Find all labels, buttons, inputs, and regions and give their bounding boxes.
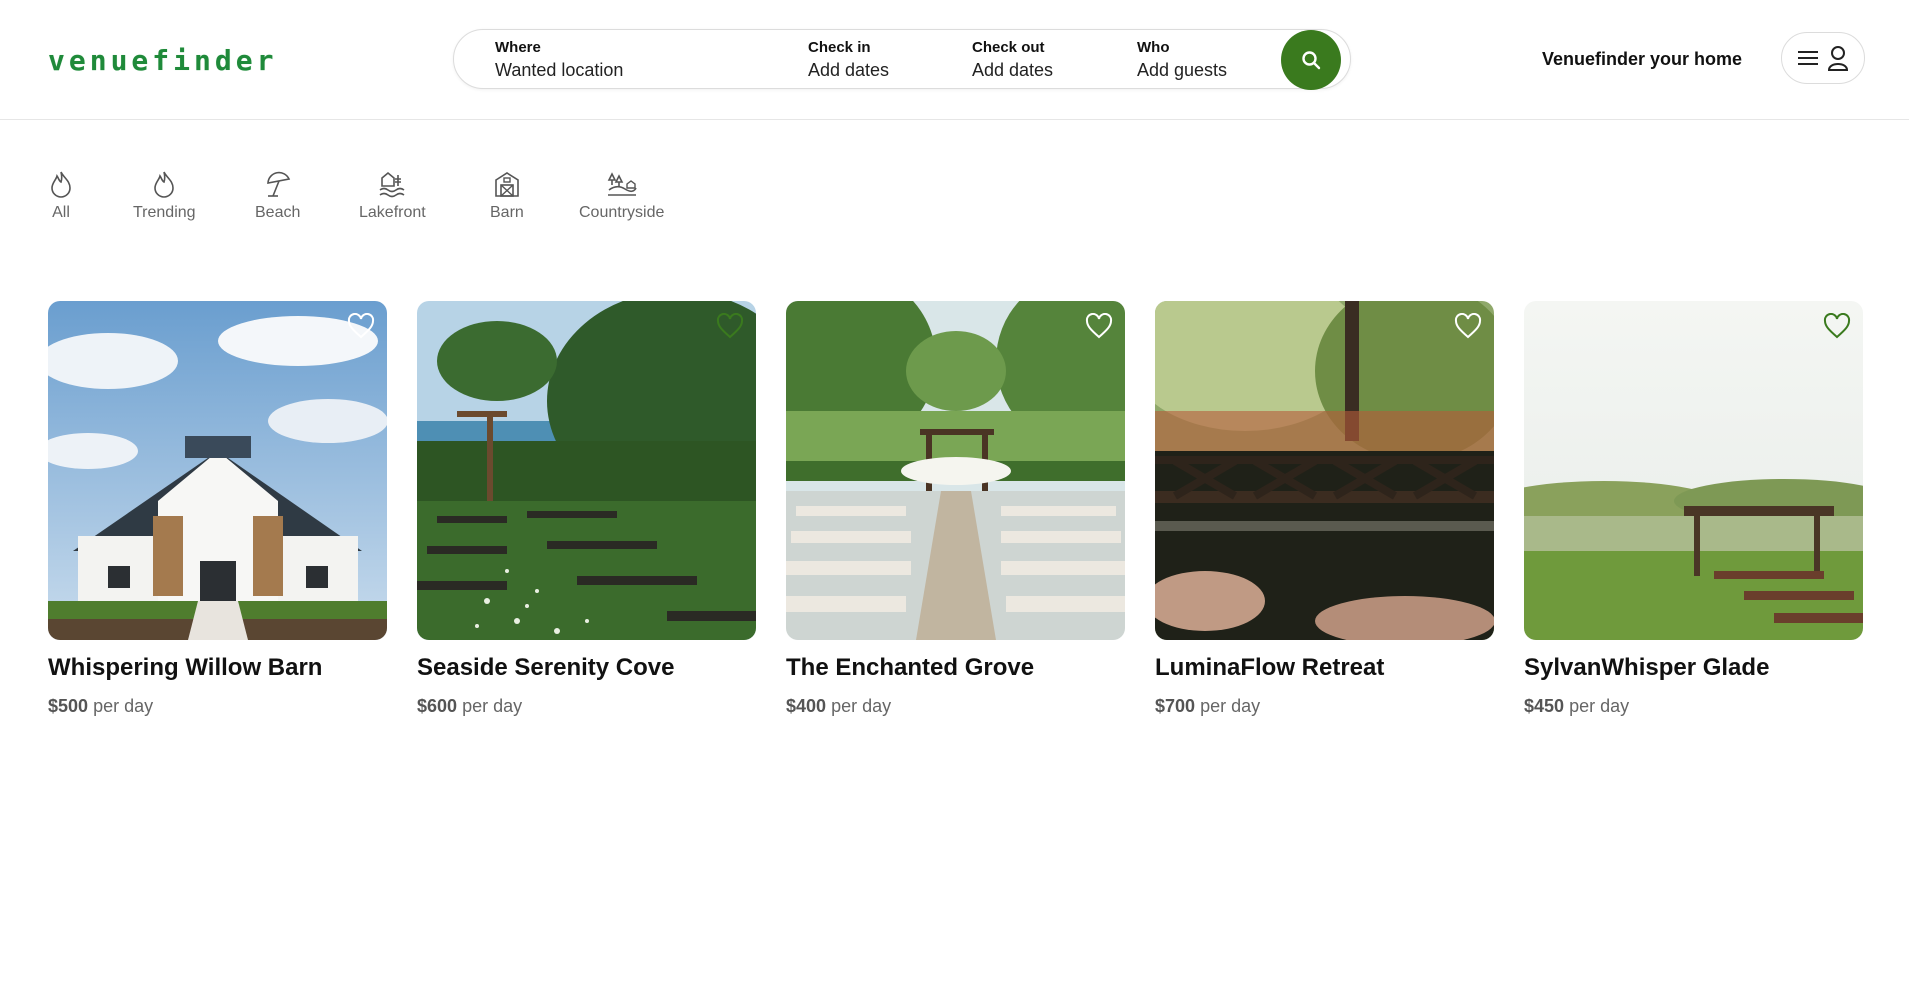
heart-icon[interactable] <box>1085 313 1113 339</box>
search-bar[interactable]: Where Wanted location Check in Add dates… <box>453 29 1351 90</box>
price-amount: $450 <box>1524 696 1565 716</box>
where-value[interactable]: Wanted location <box>495 60 775 81</box>
category-label: Beach <box>255 204 301 221</box>
listing-title[interactable]: Whispering Willow Barn <box>48 654 387 682</box>
heart-icon[interactable] <box>1454 313 1482 339</box>
user-icon <box>1827 46 1849 71</box>
host-link[interactable]: Venuefinder your home <box>1542 49 1742 70</box>
category-beach[interactable]: Beach <box>255 170 300 222</box>
category-label: Countryside <box>579 204 665 221</box>
hamburger-icon <box>1798 51 1818 65</box>
listing-card[interactable]: Whispering Willow Barn $500 per day <box>48 301 387 717</box>
page: venuefinder Where Wanted location Check … <box>0 0 1909 987</box>
listing-photo[interactable] <box>417 301 756 640</box>
category-label: Lakefront <box>359 204 426 221</box>
price-unit: per day <box>1200 696 1261 716</box>
listing-title[interactable]: The Enchanted Grove <box>786 654 1125 682</box>
where-field[interactable]: Where Wanted location <box>495 39 775 81</box>
guests-field[interactable]: Who Add guests <box>1137 39 1287 81</box>
seaside-photo <box>417 301 756 640</box>
search-icon <box>1302 51 1321 70</box>
price-unit: per day <box>462 696 523 716</box>
category-trending[interactable]: Trending <box>133 170 196 222</box>
listing-price: $700 per day <box>1155 696 1494 717</box>
listing-photo[interactable] <box>1155 301 1494 640</box>
checkout-value[interactable]: Add dates <box>972 60 1112 81</box>
flame-icon <box>154 171 175 198</box>
barn-photo <box>48 301 387 640</box>
listing-photo[interactable] <box>1524 301 1863 640</box>
retreat-photo <box>1155 301 1494 640</box>
price-amount: $600 <box>417 696 458 716</box>
umbrella-icon <box>266 171 290 197</box>
listing-card[interactable]: Seaside Serenity Cove $600 per day <box>417 301 756 717</box>
barn-icon <box>495 172 519 197</box>
listing-title[interactable]: LuminaFlow Retreat <box>1155 654 1494 682</box>
listing-title[interactable]: Seaside Serenity Cove <box>417 654 756 682</box>
listing-price: $500 per day <box>48 696 387 717</box>
user-menu-button[interactable] <box>1781 32 1865 84</box>
search-button[interactable] <box>1281 30 1341 90</box>
logo[interactable]: venuefinder <box>48 44 277 77</box>
category-label: Barn <box>490 204 524 221</box>
price-unit: per day <box>1569 696 1630 716</box>
heart-icon[interactable] <box>716 313 744 339</box>
price-amount: $500 <box>48 696 89 716</box>
flame-icon <box>51 171 71 198</box>
where-label: Where <box>495 39 541 56</box>
category-label: Trending <box>133 204 196 221</box>
countryside-icon <box>607 172 637 196</box>
grove-photo <box>786 301 1125 640</box>
listing-title[interactable]: SylvanWhisper Glade <box>1524 654 1863 682</box>
price-unit: per day <box>831 696 892 716</box>
category-barn[interactable]: Barn <box>490 170 524 222</box>
listing-price: $600 per day <box>417 696 756 717</box>
listing-card[interactable]: SylvanWhisper Glade $450 per day <box>1524 301 1863 717</box>
price-amount: $400 <box>786 696 827 716</box>
category-countryside[interactable]: Countryside <box>579 170 664 222</box>
price-amount: $700 <box>1155 696 1196 716</box>
heart-icon[interactable] <box>1823 313 1851 339</box>
listing-card[interactable]: The Enchanted Grove $400 per day <box>786 301 1125 717</box>
listing-card[interactable]: LuminaFlow Retreat $700 per day <box>1155 301 1494 717</box>
checkin-field[interactable]: Check in Add dates <box>808 39 948 81</box>
who-value[interactable]: Add guests <box>1137 60 1287 81</box>
glade-photo <box>1524 301 1863 640</box>
checkin-label: Check in <box>808 39 871 56</box>
category-lakefront[interactable]: Lakefront <box>359 170 426 222</box>
lakefront-icon <box>379 171 405 198</box>
who-label: Who <box>1137 39 1170 56</box>
price-unit: per day <box>93 696 154 716</box>
listing-price: $450 per day <box>1524 696 1863 717</box>
checkin-value[interactable]: Add dates <box>808 60 948 81</box>
checkout-field[interactable]: Check out Add dates <box>972 39 1112 81</box>
heart-icon[interactable] <box>347 313 375 339</box>
category-label: All <box>52 204 70 221</box>
checkout-label: Check out <box>972 39 1045 56</box>
listing-price: $400 per day <box>786 696 1125 717</box>
listing-photo[interactable] <box>786 301 1125 640</box>
top-header: venuefinder Where Wanted location Check … <box>0 0 1909 120</box>
category-all[interactable]: All <box>48 170 74 222</box>
listing-photo[interactable] <box>48 301 387 640</box>
